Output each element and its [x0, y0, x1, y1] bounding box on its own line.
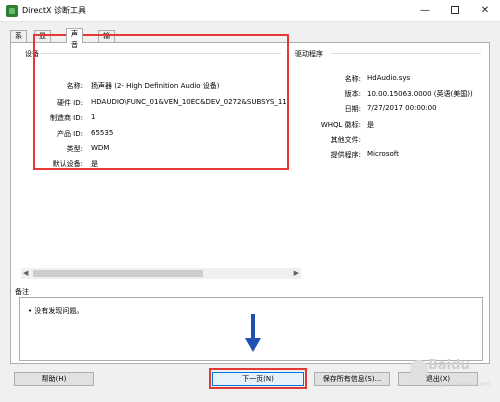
- driver-field-value: 10.00.15063.0000 (英语(美国)): [367, 90, 473, 98]
- driver-field-label: WHQL 徽标:: [320, 121, 361, 129]
- driver-field-value: Microsoft: [367, 150, 399, 158]
- driver-field-label: 名称:: [344, 75, 361, 83]
- scroll-left-icon[interactable]: ◀: [23, 269, 28, 277]
- driver-field-value: 是: [367, 121, 374, 129]
- annotation-arrow-down-icon: [245, 338, 261, 352]
- paw-logo-icon: [410, 360, 428, 378]
- tab-system[interactable]: 系统: [10, 30, 27, 51]
- directx-app-icon: [6, 5, 18, 17]
- driver-field-value: HdAudio.sys: [367, 74, 411, 82]
- maximize-icon: [451, 6, 459, 14]
- next-button-highlight-box: [209, 368, 307, 389]
- maximize-button[interactable]: [440, 0, 470, 22]
- note-item: • 没有发现问题。: [28, 307, 84, 315]
- help-button[interactable]: 帮助(H): [14, 372, 94, 386]
- driver-group-divider: [331, 53, 481, 54]
- title-bar: DirectX 诊断工具 — ✕: [0, 0, 500, 22]
- scrollbar-thumb[interactable]: [33, 270, 203, 277]
- scroll-right-icon[interactable]: ▶: [294, 269, 299, 277]
- minimize-button[interactable]: —: [410, 0, 440, 22]
- save-all-info-button[interactable]: 保存所有信息(S)...: [314, 372, 390, 386]
- driver-field-label: 提供程序:: [330, 151, 361, 159]
- window-title: DirectX 诊断工具: [22, 6, 86, 15]
- driver-field-label: 版本:: [344, 90, 361, 98]
- driver-field-label: 日期:: [344, 105, 361, 113]
- close-button[interactable]: ✕: [470, 0, 500, 22]
- driver-group-title: 驱动程序: [295, 50, 323, 58]
- watermark-text: Baidu: [428, 358, 470, 373]
- note-item-text: 没有发现问题。: [34, 307, 84, 315]
- device-horizontal-scrollbar[interactable]: ◀ ▶: [21, 268, 301, 279]
- baidu-watermark: Baidu jingyan.baidu.com: [404, 352, 498, 398]
- driver-field-label: 其他文件:: [330, 136, 361, 144]
- device-info-highlight-box: [33, 34, 289, 170]
- tab-sound[interactable]: 声音: [66, 28, 83, 49]
- watermark-subtext: jingyan.baidu.com: [430, 380, 490, 388]
- annotation-arrow-shaft: [251, 314, 255, 340]
- driver-field-value: 7/27/2017 00:00:00: [367, 104, 437, 112]
- notes-label: 备注: [15, 288, 29, 296]
